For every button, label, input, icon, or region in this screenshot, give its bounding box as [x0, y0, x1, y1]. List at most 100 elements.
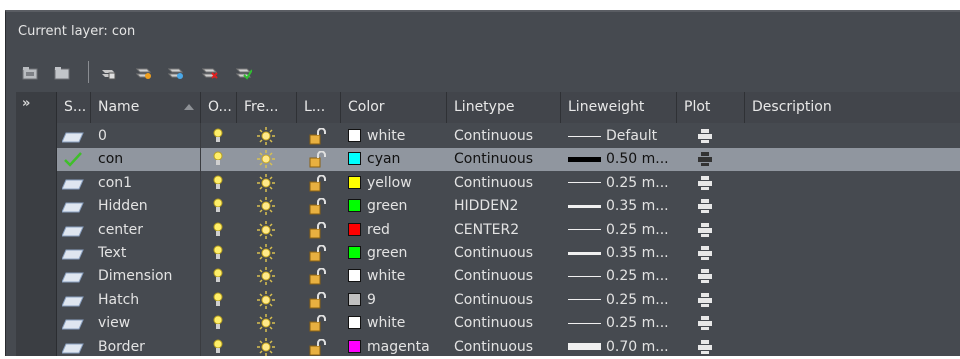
layer-plot-toggle[interactable]	[677, 125, 745, 148]
layer-status-cell[interactable]	[57, 219, 91, 242]
layer-row[interactable]: 0 white Continuous Default	[57, 125, 960, 148]
column-header-name[interactable]: Name	[91, 92, 201, 123]
layer-status-cell[interactable]	[57, 265, 91, 288]
layer-plot-toggle[interactable]	[677, 289, 745, 312]
layer-lock-toggle[interactable]	[297, 242, 341, 265]
set-current-icon[interactable]	[236, 66, 252, 80]
layer-states-manager-icon[interactable]	[100, 66, 116, 80]
layer-color-cell[interactable]: cyan	[341, 148, 447, 171]
layer-description[interactable]	[745, 289, 960, 312]
layer-plot-toggle[interactable]	[677, 219, 745, 242]
layer-on-toggle[interactable]	[201, 195, 237, 218]
layer-on-toggle[interactable]	[201, 289, 237, 312]
layer-color-cell[interactable]: yellow	[341, 172, 447, 195]
layer-freeze-toggle[interactable]	[237, 172, 297, 195]
column-header-lock[interactable]: L...	[297, 92, 341, 123]
layer-plot-toggle[interactable]	[677, 195, 745, 218]
layer-lineweight-cell[interactable]: 0.25 m...	[561, 172, 677, 195]
layer-plot-toggle[interactable]	[677, 312, 745, 335]
new-layer-icon[interactable]	[136, 66, 152, 80]
layer-freeze-toggle[interactable]	[237, 125, 297, 148]
layer-linetype[interactable]: Continuous	[447, 289, 561, 312]
column-header-status[interactable]: S...	[57, 92, 91, 123]
layer-plot-toggle[interactable]	[677, 172, 745, 195]
layer-on-toggle[interactable]	[201, 242, 237, 265]
layer-status-cell[interactable]	[57, 336, 91, 359]
layer-lock-toggle[interactable]	[297, 195, 341, 218]
layer-freeze-toggle[interactable]	[237, 219, 297, 242]
layer-lock-toggle[interactable]	[297, 148, 341, 171]
column-header-linetype[interactable]: Linetype	[447, 92, 561, 123]
layer-linetype[interactable]: Continuous	[447, 148, 561, 171]
layer-lineweight-cell[interactable]: Default	[561, 125, 677, 148]
layer-linetype[interactable]: Continuous	[447, 125, 561, 148]
layer-row[interactable]: con1 yellow Continuous 0.25 m...	[57, 172, 960, 195]
layer-color-cell[interactable]: red	[341, 219, 447, 242]
layer-freeze-toggle[interactable]	[237, 312, 297, 335]
layer-on-toggle[interactable]	[201, 312, 237, 335]
layer-name[interactable]: con1	[91, 172, 201, 195]
layer-freeze-toggle[interactable]	[237, 242, 297, 265]
new-group-filter-icon[interactable]	[22, 66, 38, 80]
layer-description[interactable]	[745, 265, 960, 288]
layer-lineweight-cell[interactable]: 0.25 m...	[561, 312, 677, 335]
layer-on-toggle[interactable]	[201, 265, 237, 288]
layer-lineweight-cell[interactable]: 0.35 m...	[561, 242, 677, 265]
layer-on-toggle[interactable]	[201, 219, 237, 242]
layer-color-cell[interactable]: white	[341, 312, 447, 335]
layer-status-cell[interactable]	[57, 195, 91, 218]
layer-freeze-toggle[interactable]	[237, 336, 297, 359]
layer-on-toggle[interactable]	[201, 172, 237, 195]
layer-linetype[interactable]: Continuous	[447, 242, 561, 265]
layer-on-toggle[interactable]	[201, 148, 237, 171]
layer-lock-toggle[interactable]	[297, 172, 341, 195]
layer-name[interactable]: Border	[91, 336, 201, 359]
layer-lineweight-cell[interactable]: 0.25 m...	[561, 265, 677, 288]
layer-plot-toggle[interactable]	[677, 265, 745, 288]
layer-name[interactable]: con	[91, 148, 201, 171]
layer-name[interactable]: center	[91, 219, 201, 242]
column-header-plot[interactable]: Plot	[677, 92, 745, 123]
layer-description[interactable]	[745, 312, 960, 335]
layer-row[interactable]: con cyan Continuous 0.50 m...	[57, 148, 960, 172]
layer-row[interactable]: Text green Continuous 0.35 m...	[57, 242, 960, 265]
layer-freeze-toggle[interactable]	[237, 195, 297, 218]
layer-row[interactable]: view white Continuous 0.25 m...	[57, 312, 960, 335]
layer-row[interactable]: Dimension white Continuous 0.25 m...	[57, 265, 960, 288]
column-header-lineweight[interactable]: Lineweight	[561, 92, 677, 123]
layer-plot-toggle[interactable]	[677, 336, 745, 359]
layer-linetype[interactable]: Continuous	[447, 312, 561, 335]
layer-plot-toggle[interactable]	[677, 242, 745, 265]
layer-row[interactable]: Border magenta Continuous 0.70 m...	[57, 336, 960, 359]
new-layer-vp-frozen-icon[interactable]	[168, 66, 184, 80]
layer-lineweight-cell[interactable]: 0.35 m...	[561, 195, 677, 218]
layer-status-cell[interactable]	[57, 148, 91, 171]
layer-row[interactable]: center red CENTER2 0.25 m...	[57, 219, 960, 242]
layer-freeze-toggle[interactable]	[237, 265, 297, 288]
layer-lineweight-cell[interactable]: 0.25 m...	[561, 289, 677, 312]
layer-freeze-toggle[interactable]	[237, 148, 297, 171]
layer-lineweight-cell[interactable]: 0.70 m...	[561, 336, 677, 359]
layer-name[interactable]: Hatch	[91, 289, 201, 312]
new-property-filter-icon[interactable]	[54, 66, 70, 80]
layer-lock-toggle[interactable]	[297, 336, 341, 359]
layer-on-toggle[interactable]	[201, 336, 237, 359]
layer-freeze-toggle[interactable]	[237, 289, 297, 312]
layer-name[interactable]: Dimension	[91, 265, 201, 288]
layer-description[interactable]	[745, 242, 960, 265]
layer-name[interactable]: view	[91, 312, 201, 335]
layer-lock-toggle[interactable]	[297, 125, 341, 148]
layer-status-cell[interactable]	[57, 242, 91, 265]
layer-status-cell[interactable]	[57, 312, 91, 335]
layer-color-cell[interactable]: green	[341, 242, 447, 265]
layer-description[interactable]	[745, 172, 960, 195]
column-header-description[interactable]: Description	[745, 92, 960, 123]
layer-color-cell[interactable]: 9	[341, 289, 447, 312]
layer-description[interactable]	[745, 195, 960, 218]
layer-row[interactable]: Hatch 9 Continuous 0.25 m...	[57, 289, 960, 312]
column-header-on[interactable]: O...	[201, 92, 237, 123]
layer-color-cell[interactable]: white	[341, 125, 447, 148]
layer-lineweight-cell[interactable]: 0.50 m...	[561, 148, 677, 171]
layer-color-cell[interactable]: green	[341, 195, 447, 218]
layer-linetype[interactable]: CENTER2	[447, 219, 561, 242]
